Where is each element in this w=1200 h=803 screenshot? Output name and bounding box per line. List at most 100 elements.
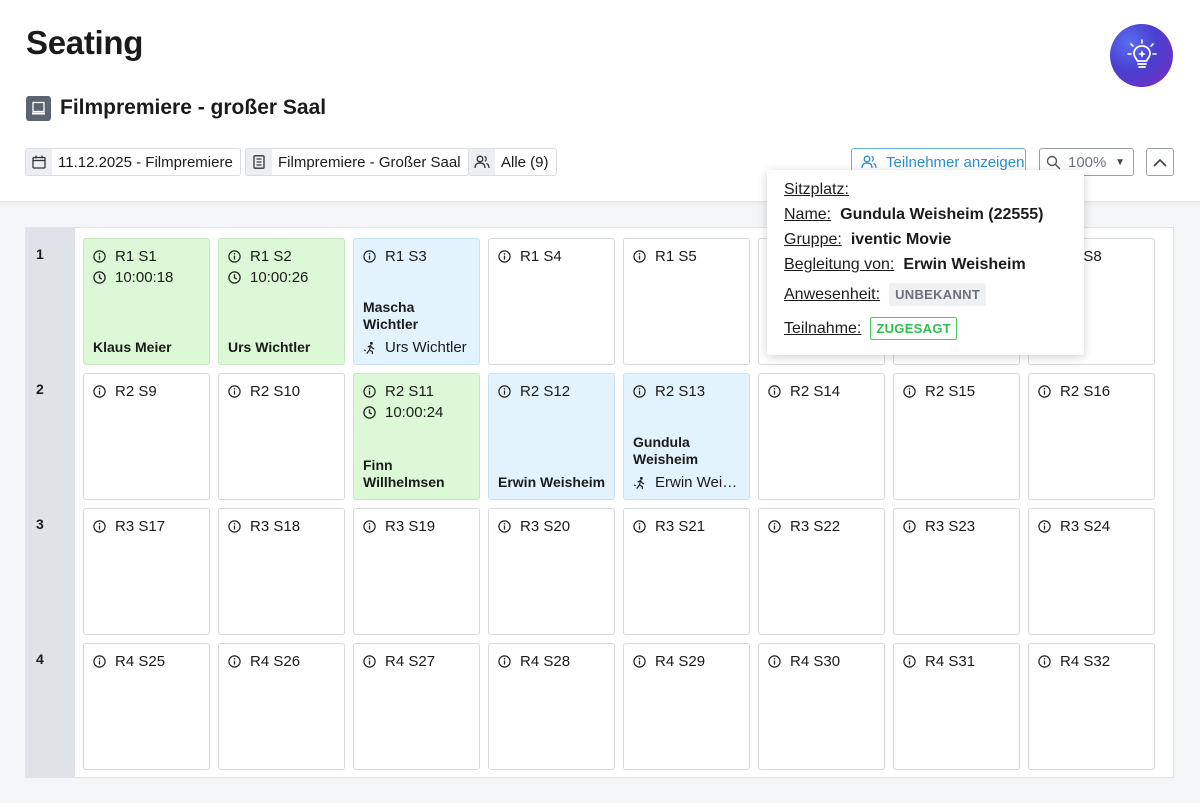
seat-card[interactable]: R2 S12 Erwin Weisheim xyxy=(488,373,615,500)
info-icon xyxy=(93,519,107,534)
seat-card[interactable]: R3 S24 xyxy=(1028,508,1155,635)
guest-name: Gundula Weisheim xyxy=(633,434,699,467)
check-in-time: 10:00:26 xyxy=(250,269,309,286)
audience-filter-chip[interactable]: Alle (9) xyxy=(468,148,557,176)
seat-card[interactable]: R2 S15 xyxy=(893,373,1020,500)
event-title-row: Filmpremiere - großer Saal xyxy=(26,95,326,121)
seat-card[interactable]: R4 S26 xyxy=(218,643,345,770)
seat-card[interactable]: R1 S4 xyxy=(488,238,615,365)
seat-card[interactable]: R2 S14 xyxy=(758,373,885,500)
plan-filter-label: Filmpremiere - Großer Saal xyxy=(278,153,461,171)
seat-card[interactable]: R1 S2 10:00:26 Urs Wichtler xyxy=(218,238,345,365)
info-icon xyxy=(363,384,377,399)
seat-card[interactable]: R3 S18 xyxy=(218,508,345,635)
seat-card[interactable]: R4 S30 xyxy=(758,643,885,770)
clock-icon xyxy=(93,270,107,285)
info-icon xyxy=(633,519,647,534)
seat-card[interactable]: R4 S29 xyxy=(623,643,750,770)
guest-name: Urs Wichtler xyxy=(228,339,311,355)
seat-card[interactable]: R2 S13 Gundula Weisheim Erwin Weisheim xyxy=(623,373,750,500)
chevron-up-icon xyxy=(1153,158,1167,167)
info-icon xyxy=(228,519,242,534)
seat-card[interactable]: R4 S32 xyxy=(1028,643,1155,770)
info-icon xyxy=(498,384,512,399)
seat-card[interactable]: R2 S10 xyxy=(218,373,345,500)
info-icon xyxy=(498,654,512,669)
info-icon xyxy=(363,519,377,534)
info-icon xyxy=(363,654,377,669)
seat-card[interactable]: R3 S21 xyxy=(623,508,750,635)
row-label: 2 xyxy=(36,381,44,397)
info-icon xyxy=(1038,519,1052,534)
seat-id: R2 S16 xyxy=(1060,383,1111,400)
zoom-value: 100% xyxy=(1068,153,1107,171)
seat-card[interactable]: R3 S23 xyxy=(893,508,1020,635)
users-icon xyxy=(856,155,882,169)
seat-card[interactable]: R4 S28 xyxy=(488,643,615,770)
calendar-icon xyxy=(26,149,52,175)
tooltip-group-label: Gruppe: xyxy=(784,231,842,248)
seat-id: R2 S10 xyxy=(250,383,301,400)
guest-name: Mascha Wichtler xyxy=(363,299,419,332)
collapse-button[interactable] xyxy=(1146,148,1174,176)
clock-icon xyxy=(363,405,377,420)
tooltip-name-value: Gundula Weisheim (22555) xyxy=(840,206,1044,223)
info-icon xyxy=(1038,384,1052,399)
info-icon xyxy=(768,519,782,534)
seat-card[interactable]: R3 S22 xyxy=(758,508,885,635)
search-icon xyxy=(1046,155,1064,170)
row-label: 1 xyxy=(36,246,44,262)
audience-filter-label: Alle (9) xyxy=(501,153,549,171)
seat-card[interactable]: R1 S1 10:00:18 Klaus Meier xyxy=(83,238,210,365)
row-label-column: 1 2 3 4 xyxy=(26,228,75,777)
seat-id: R4 S26 xyxy=(250,653,301,670)
row-label: 4 xyxy=(36,651,44,667)
lightbulb-icon xyxy=(1126,38,1157,68)
document-icon xyxy=(246,149,272,175)
tooltip-attendance-label: Anwesenheit: xyxy=(784,285,881,303)
seat-card[interactable]: R3 S19 xyxy=(353,508,480,635)
seat-card[interactable]: R4 S25 xyxy=(83,643,210,770)
info-icon xyxy=(228,654,242,669)
page-title: Seating xyxy=(26,24,144,61)
seat-card[interactable]: R4 S27 xyxy=(353,643,480,770)
info-icon xyxy=(498,519,512,534)
seat-id: R1 S2 xyxy=(250,248,292,265)
tooltip-companion-value: Erwin Weisheim xyxy=(903,256,1026,273)
seat-id: R3 S19 xyxy=(385,518,436,535)
seat-id: R4 S27 xyxy=(385,653,436,670)
seat-card[interactable]: R1 S3 Mascha Wichtler Urs Wichtler xyxy=(353,238,480,365)
assistant-button[interactable] xyxy=(1110,24,1173,87)
info-icon xyxy=(903,519,917,534)
companion-name: Urs Wichtler xyxy=(385,339,467,356)
tooltip-name-label: Name: xyxy=(784,206,832,223)
seat-id: R3 S17 xyxy=(115,518,166,535)
guest-name: Finn Willhelmsen xyxy=(363,457,445,490)
date-filter-chip[interactable]: 11.12.2025 - Filmpremiere xyxy=(25,148,241,176)
seat-id: R1 S3 xyxy=(385,248,427,265)
info-icon xyxy=(768,654,782,669)
seat-id: R2 S12 xyxy=(520,383,571,400)
seat-card[interactable]: R2 S16 xyxy=(1028,373,1155,500)
seat-card[interactable]: R3 S20 xyxy=(488,508,615,635)
plan-filter-chip[interactable]: Filmpremiere - Großer Saal xyxy=(245,148,469,176)
seat-card[interactable]: R4 S31 xyxy=(893,643,1020,770)
seat-card[interactable]: R2 S11 10:00:24 Finn Willhelmsen xyxy=(353,373,480,500)
seat-id: R3 S22 xyxy=(790,518,841,535)
seat-id: R3 S20 xyxy=(520,518,571,535)
info-icon xyxy=(1038,654,1052,669)
row-label: 3 xyxy=(36,516,44,532)
guest-name: Erwin Weisheim xyxy=(498,474,606,490)
caret-down-icon: ▼ xyxy=(1115,156,1125,168)
tooltip-companion-label: Begleitung von: xyxy=(784,256,895,273)
check-in-time: 10:00:24 xyxy=(385,404,444,421)
date-filter-label: 11.12.2025 - Filmpremiere xyxy=(58,153,233,171)
companion-icon xyxy=(633,476,647,490)
seat-card[interactable]: R2 S9 xyxy=(83,373,210,500)
info-icon xyxy=(228,249,242,264)
seat-card[interactable]: R1 S5 xyxy=(623,238,750,365)
seat-card[interactable]: R3 S17 xyxy=(83,508,210,635)
seat-id: R2 S11 xyxy=(385,383,434,400)
seat-id: R2 S13 xyxy=(655,383,706,400)
event-title: Filmpremiere - großer Saal xyxy=(60,96,327,119)
